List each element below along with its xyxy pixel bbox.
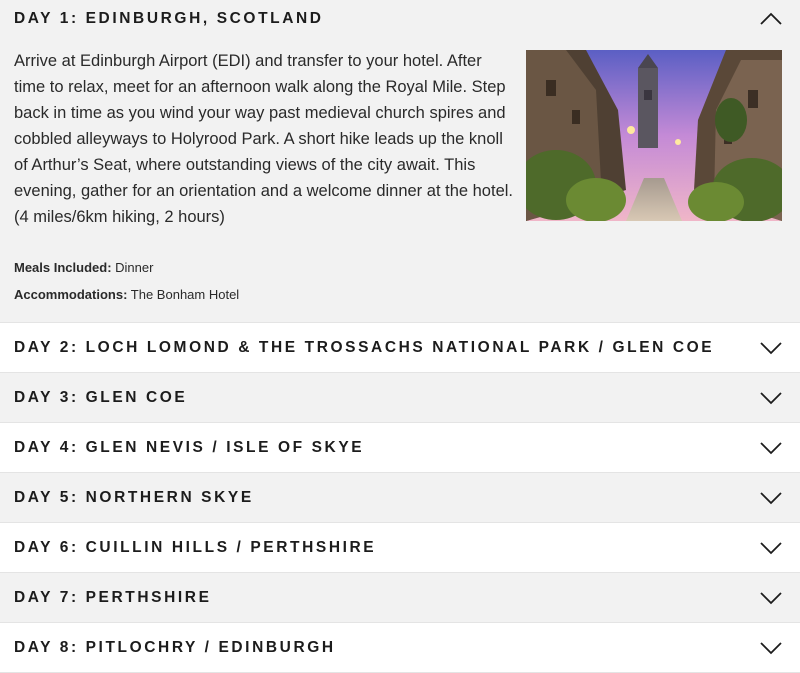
- chevron-down-icon[interactable]: [760, 541, 782, 555]
- chevron-down-icon[interactable]: [760, 491, 782, 505]
- itinerary-accordion: DAY 1: EDINBURGH, SCOTLAND Arrive at Edi…: [0, 0, 800, 673]
- accommodations-label: Accommodations:: [14, 287, 128, 302]
- day-1-panel: DAY 1: EDINBURGH, SCOTLAND Arrive at Edi…: [0, 0, 800, 323]
- day-3-header[interactable]: DAY 3: GLEN COE: [0, 373, 800, 422]
- day-4-title: DAY 4: GLEN NEVIS / ISLE OF SKYE: [14, 438, 365, 456]
- day-1-details: Arrive at Edinburgh Airport (EDI) and tr…: [14, 38, 514, 302]
- accommodations: Accommodations: The Bonham Hotel: [14, 287, 514, 302]
- day-2-panel: DAY 2: LOCH LOMOND & THE TROSSACHS NATIO…: [0, 323, 800, 373]
- day-5-panel: DAY 5: NORTHERN SKYE: [0, 473, 800, 523]
- chevron-down-icon[interactable]: [760, 641, 782, 655]
- edinburgh-street-photo: [526, 50, 782, 221]
- day-3-title: DAY 3: GLEN COE: [14, 388, 188, 406]
- day-2-header[interactable]: DAY 2: LOCH LOMOND & THE TROSSACHS NATIO…: [0, 323, 800, 372]
- day-1-body: Arrive at Edinburgh Airport (EDI) and tr…: [0, 38, 800, 322]
- day-3-panel: DAY 3: GLEN COE: [0, 373, 800, 423]
- day-4-panel: DAY 4: GLEN NEVIS / ISLE OF SKYE: [0, 423, 800, 473]
- day-1-header[interactable]: DAY 1: EDINBURGH, SCOTLAND: [0, 0, 800, 38]
- day-7-panel: DAY 7: PERTHSHIRE: [0, 573, 800, 623]
- meals-value: Dinner: [115, 260, 154, 275]
- day-8-header[interactable]: DAY 8: PITLOCHRY / EDINBURGH: [0, 623, 800, 672]
- day-4-header[interactable]: DAY 4: GLEN NEVIS / ISLE OF SKYE: [0, 423, 800, 472]
- chevron-down-icon[interactable]: [760, 341, 782, 355]
- day-7-title: DAY 7: PERTHSHIRE: [14, 588, 212, 606]
- day-2-title: DAY 2: LOCH LOMOND & THE TROSSACHS NATIO…: [14, 338, 715, 356]
- day-8-title: DAY 8: PITLOCHRY / EDINBURGH: [14, 638, 336, 656]
- day-5-header[interactable]: DAY 5: NORTHERN SKYE: [0, 473, 800, 522]
- day-6-header[interactable]: DAY 6: CUILLIN HILLS / PERTHSHIRE: [0, 523, 800, 572]
- meals-label: Meals Included:: [14, 260, 112, 275]
- chevron-down-icon[interactable]: [760, 391, 782, 405]
- day-7-header[interactable]: DAY 7: PERTHSHIRE: [0, 573, 800, 622]
- day-1-description: Arrive at Edinburgh Airport (EDI) and tr…: [14, 52, 513, 226]
- day-5-title: DAY 5: NORTHERN SKYE: [14, 488, 254, 506]
- day-6-title: DAY 6: CUILLIN HILLS / PERTHSHIRE: [14, 538, 377, 556]
- chevron-up-icon[interactable]: [760, 12, 782, 26]
- meals-included: Meals Included: Dinner: [14, 260, 514, 275]
- accommodations-value: The Bonham Hotel: [130, 287, 240, 302]
- day-1-title: DAY 1: EDINBURGH, SCOTLAND: [14, 10, 324, 27]
- day-6-panel: DAY 6: CUILLIN HILLS / PERTHSHIRE: [0, 523, 800, 573]
- day-8-panel: DAY 8: PITLOCHRY / EDINBURGH: [0, 623, 800, 673]
- chevron-down-icon[interactable]: [760, 441, 782, 455]
- chevron-down-icon[interactable]: [760, 591, 782, 605]
